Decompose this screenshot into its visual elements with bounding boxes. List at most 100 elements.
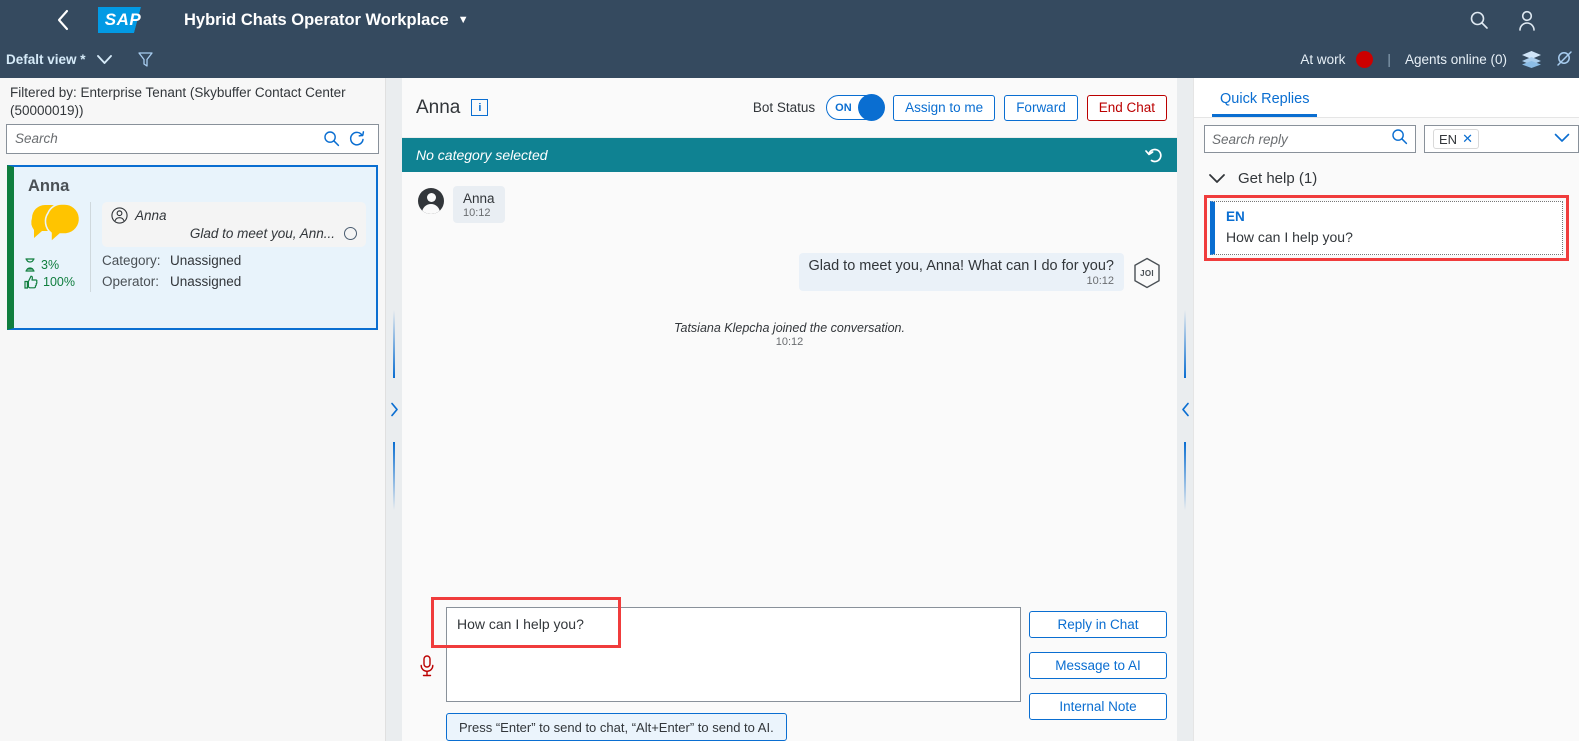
left-splitter[interactable] (386, 78, 402, 741)
bot-status-value: ON (835, 101, 852, 114)
chat-item-stats: 3% 100% (24, 258, 75, 292)
right-splitter[interactable] (1177, 78, 1193, 741)
message-bubble: Glad to meet you, Anna! What can I do fo… (798, 253, 1124, 291)
quick-replies-panel: Quick Replies EN ✕ (1193, 78, 1579, 741)
filter-funnel-icon[interactable] (137, 51, 154, 68)
system-message: Tatsiana Klepcha joined the conversation… (418, 321, 1161, 348)
message-preview: Anna Glad to meet you, Ann... (102, 201, 366, 247)
work-status[interactable]: At work (1300, 50, 1374, 68)
quick-replies-filters: EN ✕ (1194, 118, 1579, 160)
quick-reply-highlight-annotation: EN How can I help you? (1204, 195, 1569, 261)
search-input[interactable] (15, 131, 319, 147)
undo-icon[interactable] (1145, 146, 1163, 164)
user-icon[interactable] (1517, 10, 1537, 31)
operator-value: Unassigned (170, 273, 242, 289)
forward-button[interactable]: Forward (1004, 94, 1078, 121)
view-selector-label: Defalt view * (6, 51, 86, 67)
expand-sidebar-button[interactable] (386, 396, 402, 424)
operator-row: Operator: Unassigned (102, 274, 366, 289)
search-icon[interactable] (1469, 10, 1489, 30)
collapse-right-panel-button[interactable] (1177, 396, 1193, 424)
reply-search-box (1204, 125, 1416, 153)
message-to-ai-button[interactable]: Message to AI (1029, 652, 1167, 679)
splitter-line-bottom (1184, 441, 1186, 510)
chat-item-title: Anna (28, 176, 70, 195)
composer-input-wrapper: Press “Enter” to send to chat, “Alt+Ente… (431, 597, 1021, 741)
view-selector[interactable]: Defalt view * (6, 52, 113, 67)
app-title-text: Hybrid Chats Operator Workplace (184, 10, 449, 29)
search-icon[interactable] (1391, 128, 1408, 150)
message-outgoing: Glad to meet you, Anna! What can I do fo… (418, 253, 1161, 291)
refresh-icon[interactable] (344, 130, 370, 148)
sap-logo-text: SAP (104, 10, 142, 29)
chat-list-sidebar: Filtered by: Enterprise Tenant (Skybuffe… (0, 78, 386, 741)
sap-logo: SAP (98, 7, 160, 33)
satisfaction-value: 100% (43, 274, 75, 289)
chevron-down-icon (1209, 174, 1225, 183)
tab-quick-replies[interactable]: Quick Replies (1212, 91, 1318, 117)
sub-header-bar: Defalt view * At work | Agents online (0… (0, 40, 1579, 78)
bot-status-toggle[interactable]: ON (826, 94, 886, 121)
info-icon[interactable]: i (471, 99, 489, 116)
end-chat-button[interactable]: End Chat (1086, 94, 1167, 121)
bot-hexagon-icon: JOI (1133, 257, 1161, 289)
category-label: Category: (102, 252, 161, 268)
agents-online-label[interactable]: Agents online (0) (1405, 52, 1507, 67)
layers-icon[interactable] (1521, 50, 1542, 68)
search-icon[interactable] (319, 130, 344, 147)
chevron-right-icon (390, 402, 398, 417)
composer-hint[interactable]: Press “Enter” to send to chat, “Alt+Ente… (446, 713, 787, 741)
chevron-left-icon (57, 9, 68, 31)
internal-note-button[interactable]: Internal Note (1029, 693, 1167, 720)
category-bar: No category selected (402, 138, 1177, 172)
sidebar-search-container (0, 123, 385, 154)
status-badge (1356, 50, 1374, 68)
right-panel-tabbar: Quick Replies (1194, 78, 1579, 118)
category-value: Unassigned (170, 252, 242, 268)
chat-panel: Anna i Bot Status ON Assign to me Forwar… (402, 78, 1177, 741)
back-button[interactable] (46, 3, 80, 37)
divider: | (1387, 51, 1391, 67)
message-composer: Press “Enter” to send to chat, “Alt+Ente… (402, 597, 1177, 741)
message-list: Anna 10:12 Glad to meet you, Anna! What … (402, 172, 1177, 607)
quick-reply-container: EN How can I help you? (1204, 195, 1569, 261)
assign-to-me-button[interactable]: Assign to me (893, 94, 996, 121)
reply-in-chat-button[interactable]: Reply in Chat (1029, 611, 1167, 638)
system-message-time: 10:12 (775, 336, 804, 348)
category-status-text: No category selected (416, 147, 548, 163)
app-title[interactable]: Hybrid Chats Operator Workplace ▼ (184, 11, 469, 30)
empty-circle-icon[interactable] (344, 226, 357, 240)
close-icon[interactable]: ✕ (1462, 131, 1473, 147)
message-author: Anna (463, 191, 495, 206)
toggle-knob (858, 94, 886, 121)
edit-pin-icon[interactable] (1556, 50, 1573, 68)
message-time: 10:12 (463, 207, 491, 219)
chat-list-item[interactable]: Anna 3% 100% Anna Glad to meet you, Ann.… (7, 164, 378, 330)
preview-message: Glad to meet you, Ann... (189, 225, 335, 241)
message-input[interactable] (446, 607, 1021, 702)
chat-toolbar: Anna i Bot Status ON Assign to me Forwar… (402, 78, 1177, 138)
message-text: Glad to meet you, Anna! What can I do fo… (808, 258, 1114, 274)
splitter-line-top (1184, 309, 1186, 378)
language-token: EN ✕ (1433, 129, 1479, 149)
category-row: Category: Unassigned (102, 253, 366, 268)
wait-value: 3% (41, 257, 60, 272)
splitter-line-top (393, 309, 395, 378)
preview-author: Anna (135, 207, 167, 223)
filter-description: Filtered by: Enterprise Tenant (Skybuffe… (10, 85, 346, 118)
reply-group-label: Get help (1) (1238, 170, 1318, 187)
shell-bar: SAP Hybrid Chats Operator Workplace ▼ (0, 0, 1579, 40)
chat-item-body: 3% 100% Anna Glad to meet you, Ann... Ca… (14, 196, 376, 292)
preview-message-row: Glad to meet you, Ann... (111, 226, 357, 241)
language-select[interactable]: EN ✕ (1424, 125, 1579, 153)
quick-reply-item[interactable]: EN How can I help you? (1210, 201, 1563, 255)
operator-label: Operator: (102, 273, 160, 289)
chevron-left-icon (1181, 402, 1189, 417)
reply-group-header[interactable]: Get help (1) (1194, 160, 1579, 195)
chat-item-left: 3% 100% (24, 202, 90, 292)
reply-search-input[interactable] (1212, 131, 1391, 147)
chevron-down-icon[interactable] (1554, 130, 1570, 148)
quick-reply-language: EN (1226, 209, 1245, 224)
microphone-icon[interactable] (416, 607, 438, 677)
hourglass-icon (25, 258, 35, 272)
